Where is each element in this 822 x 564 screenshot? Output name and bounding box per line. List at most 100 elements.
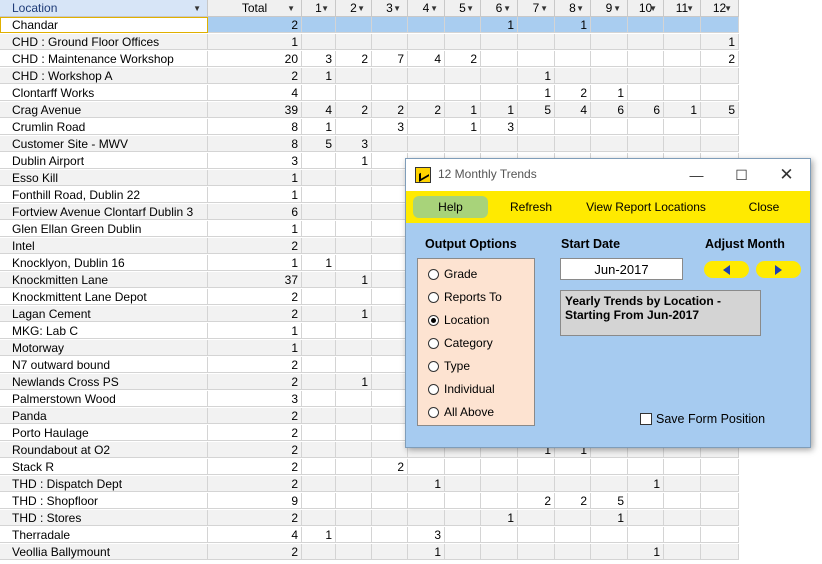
month-cell[interactable] <box>372 408 408 424</box>
total-cell[interactable]: 3 <box>208 153 302 169</box>
month-cell[interactable] <box>336 119 372 135</box>
location-cell[interactable]: Customer Site - MWV <box>0 136 208 152</box>
month-cell[interactable] <box>336 544 372 560</box>
month-cell[interactable] <box>591 51 628 67</box>
month-cell[interactable] <box>628 51 664 67</box>
location-cell[interactable]: Motorway <box>0 340 208 356</box>
month-cell[interactable] <box>336 340 372 356</box>
dropdown-arrow-icon[interactable]: ▼ <box>193 0 201 16</box>
month-cell[interactable] <box>372 289 408 305</box>
total-cell[interactable]: 2 <box>208 510 302 526</box>
table-row[interactable]: CHD : Workshop A211 <box>0 68 739 85</box>
month-cell[interactable]: 1 <box>445 119 481 135</box>
month-cell[interactable] <box>518 51 555 67</box>
option-type-radio[interactable]: Type <box>428 357 470 375</box>
month-cell[interactable]: 6 <box>628 102 664 118</box>
month-cell[interactable] <box>336 493 372 509</box>
month-cell[interactable] <box>372 204 408 220</box>
total-cell[interactable]: 2 <box>208 17 302 33</box>
month-cell[interactable] <box>481 493 518 509</box>
table-row[interactable]: Chandar 2 1 1 <box>0 17 739 34</box>
month-cell[interactable] <box>302 357 336 373</box>
month-cell[interactable] <box>481 459 518 475</box>
location-cell[interactable]: Crumlin Road <box>0 119 208 135</box>
month-cell[interactable] <box>372 34 408 50</box>
month-cell[interactable] <box>701 459 739 475</box>
month-cell[interactable]: 4 <box>408 51 445 67</box>
month-cell[interactable] <box>302 187 336 203</box>
month-cell[interactable]: 5 <box>591 493 628 509</box>
month-cell[interactable] <box>518 459 555 475</box>
month-cell[interactable]: 1 <box>628 544 664 560</box>
month-cell[interactable] <box>336 425 372 441</box>
location-cell[interactable]: Knockmitten Lane <box>0 272 208 288</box>
month-cell[interactable] <box>408 85 445 101</box>
month-cell[interactable] <box>664 68 701 84</box>
month-cell[interactable] <box>701 544 739 560</box>
checkbox-box[interactable] <box>640 413 652 425</box>
month-cell[interactable]: 2 <box>555 85 591 101</box>
month-cell[interactable] <box>302 442 336 458</box>
month-cell[interactable] <box>336 34 372 50</box>
month-cell[interactable]: 1 <box>336 272 372 288</box>
table-row[interactable]: Crumlin Road 8 1 3 1 3 <box>0 119 739 136</box>
month-cell[interactable] <box>372 425 408 441</box>
month-cell[interactable]: 1 <box>481 510 518 526</box>
month-cell[interactable] <box>664 85 701 101</box>
month-cell[interactable] <box>302 221 336 237</box>
month-cell[interactable] <box>336 357 372 373</box>
month-cell[interactable] <box>445 85 481 101</box>
dropdown-arrow-icon[interactable]: ▼ <box>576 0 584 16</box>
radio-circle-icon[interactable] <box>428 292 439 303</box>
option-grade-radio[interactable]: Grade <box>428 265 477 283</box>
month-cell[interactable] <box>302 17 336 33</box>
month-cell[interactable] <box>336 527 372 543</box>
total-cell[interactable]: 2 <box>208 408 302 424</box>
dropdown-arrow-icon[interactable]: ▼ <box>724 0 732 16</box>
month-cell[interactable] <box>302 391 336 407</box>
total-cell[interactable]: 4 <box>208 85 302 101</box>
total-cell[interactable]: 2 <box>208 374 302 390</box>
month-cell[interactable] <box>302 510 336 526</box>
month-cell[interactable] <box>336 204 372 220</box>
month-cell[interactable] <box>302 238 336 254</box>
option-all-above-radio[interactable]: All Above <box>428 403 494 421</box>
column-header[interactable]: Total ▼ <box>208 0 302 17</box>
radio-circle-icon[interactable] <box>428 338 439 349</box>
month-cell[interactable]: 1 <box>302 255 336 271</box>
location-cell[interactable]: CHD : Maintenance Workshop <box>0 51 208 67</box>
month-cell[interactable]: 1 <box>701 34 739 50</box>
month-cell[interactable] <box>555 68 591 84</box>
month-cell[interactable] <box>628 68 664 84</box>
total-cell[interactable]: 8 <box>208 119 302 135</box>
month-cell[interactable]: 2 <box>372 459 408 475</box>
month-cell[interactable] <box>628 459 664 475</box>
location-cell[interactable]: CHD : Workshop A <box>0 68 208 84</box>
location-cell[interactable]: Lagan Cement <box>0 306 208 322</box>
column-header[interactable]: 2 ▼ <box>336 0 372 17</box>
table-row[interactable]: Clontarff Works 4 1 2 1 <box>0 85 739 102</box>
month-cell[interactable] <box>336 459 372 475</box>
month-cell[interactable]: 2 <box>336 102 372 118</box>
month-cell[interactable] <box>555 136 591 152</box>
month-cell[interactable] <box>664 17 701 33</box>
month-cell[interactable] <box>701 493 739 509</box>
month-cell[interactable] <box>336 391 372 407</box>
location-cell[interactable]: Stack R <box>0 459 208 475</box>
location-cell[interactable]: CHD : Ground Floor Offices <box>0 34 208 50</box>
month-cell[interactable]: 1 <box>628 476 664 492</box>
month-cell[interactable] <box>372 306 408 322</box>
month-cell[interactable] <box>664 493 701 509</box>
maximize-button[interactable]: ☐ <box>719 159 764 191</box>
month-cell[interactable] <box>628 34 664 50</box>
month-cell[interactable] <box>481 544 518 560</box>
column-header[interactable]: 6 ▼ <box>481 0 518 17</box>
month-cell[interactable]: 5 <box>302 136 336 152</box>
month-cell[interactable]: 3 <box>336 136 372 152</box>
month-cell[interactable] <box>445 68 481 84</box>
month-cell[interactable] <box>628 510 664 526</box>
month-cell[interactable]: 3 <box>302 51 336 67</box>
month-cell[interactable]: 1 <box>518 68 555 84</box>
month-cell[interactable] <box>555 510 591 526</box>
month-cell[interactable] <box>664 476 701 492</box>
